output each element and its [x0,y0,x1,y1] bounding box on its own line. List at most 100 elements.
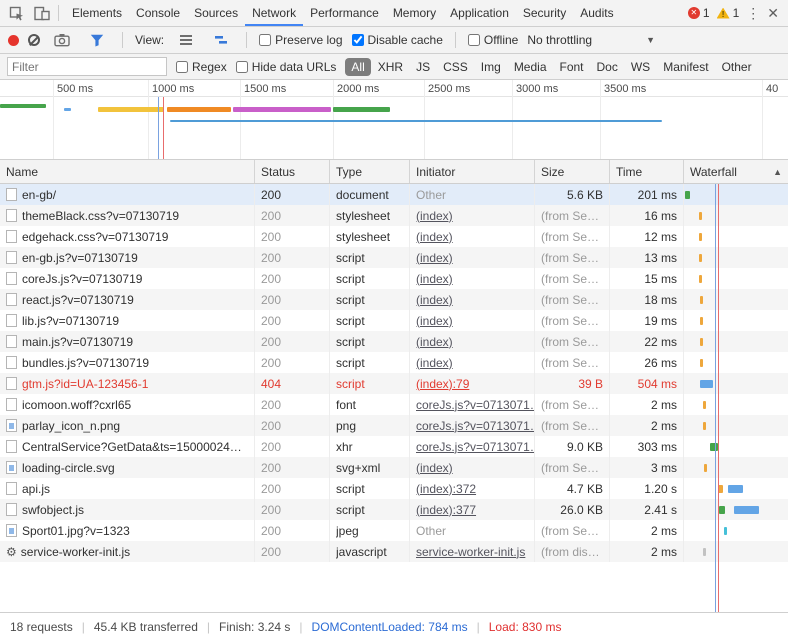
table-row[interactable]: loading-circle.svg200svg+xml(index)(from… [0,457,788,478]
initiator-link[interactable]: service-worker-init.js [416,545,525,559]
inspect-element-icon[interactable] [3,1,29,25]
type-cell: script [330,247,410,268]
tab-elements[interactable]: Elements [65,0,129,26]
filter-type-font[interactable]: Font [554,58,590,76]
tab-performance[interactable]: Performance [303,0,386,26]
table-row[interactable]: gtm.js?id=UA-123456-1404script(index):79… [0,373,788,394]
initiator-link[interactable]: (index):372 [416,482,476,496]
column-header-type[interactable]: Type [330,160,410,183]
time-cell: 26 ms [610,352,684,373]
table-row[interactable]: main.js?v=07130719200script(index)(from … [0,331,788,352]
filter-type-css[interactable]: CSS [437,58,474,76]
initiator-link[interactable]: (index) [416,272,453,286]
table-row[interactable]: en-gb/200documentOther5.6 KB201 ms [0,184,788,205]
hide-data-urls-input[interactable] [236,61,248,73]
waterfall-bar [699,212,702,220]
column-header-time[interactable]: Time [610,160,684,183]
table-row[interactable]: themeBlack.css?v=07130719200stylesheet(i… [0,205,788,226]
table-row[interactable]: CentralService?GetData&ts=1500002485…200… [0,436,788,457]
initiator-link[interactable]: coreJs.js?v=0713071… [416,440,535,454]
table-row[interactable]: edgehack.css?v=07130719200stylesheet(ind… [0,226,788,247]
filter-type-xhr[interactable]: XHR [372,58,409,76]
offline-input[interactable] [468,34,480,46]
screenshot-camera-icon[interactable] [49,28,75,52]
column-header-name[interactable]: Name [0,160,255,183]
preserve-log-input[interactable] [259,34,271,46]
record-button[interactable] [8,35,19,46]
throttling-dropdown[interactable]: No throttling ▼ [527,33,655,47]
tab-network[interactable]: Network [245,0,303,26]
request-name: en-gb.js?v=07130719 [22,251,138,265]
initiator-link[interactable]: (index) [416,314,453,328]
regex-checkbox[interactable]: Regex [176,60,227,74]
tab-memory[interactable]: Memory [386,0,443,26]
table-row[interactable]: ⚙service-worker-init.js200javascriptserv… [0,541,788,562]
filter-type-all[interactable]: All [345,58,370,76]
more-menu-icon[interactable]: ⋮ [746,5,760,22]
view-list-icon[interactable] [173,28,199,52]
table-row[interactable]: Sport01.jpg?v=1323200jpegOther(from Serv… [0,520,788,541]
filter-type-ws[interactable]: WS [625,58,656,76]
tab-audits[interactable]: Audits [573,0,620,26]
initiator-link[interactable]: (index) [416,230,453,244]
waterfall-cell [684,478,788,499]
filter-type-img[interactable]: Img [475,58,507,76]
tab-application[interactable]: Application [443,0,516,26]
column-header-initiator[interactable]: Initiator [410,160,535,183]
error-badge[interactable]: ✕ 1 [688,6,710,20]
initiator-link[interactable]: (index) [416,335,453,349]
tab-sources[interactable]: Sources [187,0,245,26]
view-overview-icon[interactable] [208,28,234,52]
disable-cache-input[interactable] [352,34,364,46]
time-cell: 201 ms [610,184,684,205]
name-cell: gtm.js?id=UA-123456-1 [0,373,255,394]
initiator-link[interactable]: (index):377 [416,503,476,517]
regex-input[interactable] [176,61,188,73]
initiator-link[interactable]: coreJs.js?v=0713071… [416,419,535,433]
initiator-link[interactable]: (index):79 [416,377,469,391]
table-row[interactable]: parlay_icon_n.png200pngcoreJs.js?v=07130… [0,415,788,436]
table-row[interactable]: api.js200script(index):3724.7 KB1.20 s [0,478,788,499]
waterfall-bar [728,485,743,493]
tab-console[interactable]: Console [129,0,187,26]
disable-cache-checkbox[interactable]: Disable cache [352,33,443,47]
initiator-cell: coreJs.js?v=0713071… [410,436,535,457]
tab-security[interactable]: Security [516,0,573,26]
status-cell: 200 [255,394,330,415]
filter-type-manifest[interactable]: Manifest [657,58,714,76]
table-row[interactable]: react.js?v=07130719200script(index)(from… [0,289,788,310]
column-header-waterfall[interactable]: Waterfall ▲ [684,160,788,183]
device-toolbar-icon[interactable] [29,1,55,25]
initiator-link[interactable]: (index) [416,461,453,475]
initiator-cell: (index):372 [410,478,535,499]
initiator-link[interactable]: (index) [416,356,453,370]
close-devtools-icon[interactable]: ✕ [767,5,779,22]
column-header-status[interactable]: Status [255,160,330,183]
table-row[interactable]: bundles.js?v=07130719200script(index)(fr… [0,352,788,373]
initiator-link[interactable]: (index) [416,251,453,265]
initiator-link[interactable]: coreJs.js?v=0713071… [416,398,535,412]
clear-icon[interactable] [28,34,40,46]
offline-checkbox[interactable]: Offline [468,33,518,47]
filter-funnel-icon[interactable] [84,28,110,52]
warning-badge[interactable]: ! 1 [717,6,740,20]
filter-type-js[interactable]: JS [410,58,436,76]
preserve-log-checkbox[interactable]: Preserve log [259,33,342,47]
filter-type-doc[interactable]: Doc [591,58,624,76]
hide-data-urls-checkbox[interactable]: Hide data URLs [236,60,337,74]
table-row[interactable]: swfobject.js200script(index):37726.0 KB2… [0,499,788,520]
initiator-link[interactable]: (index) [416,209,453,223]
column-header-size[interactable]: Size [535,160,610,183]
network-overview-timeline[interactable]: 500 ms1000 ms1500 ms2000 ms2500 ms3000 m… [0,80,788,160]
size-cell: 39 B [535,373,610,394]
table-row[interactable]: icomoon.woff?cxrl65200fontcoreJs.js?v=07… [0,394,788,415]
filter-type-other[interactable]: Other [716,58,758,76]
table-row[interactable]: lib.js?v=07130719200script(index)(from S… [0,310,788,331]
filter-type-media[interactable]: Media [508,58,553,76]
filter-input[interactable] [7,57,167,76]
initiator-link[interactable]: (index) [416,293,453,307]
file-icon [6,209,17,222]
table-row[interactable]: coreJs.js?v=07130719200script(index)(fro… [0,268,788,289]
table-row[interactable]: en-gb.js?v=07130719200script(index)(from… [0,247,788,268]
type-cell-text: jpeg [336,524,359,538]
